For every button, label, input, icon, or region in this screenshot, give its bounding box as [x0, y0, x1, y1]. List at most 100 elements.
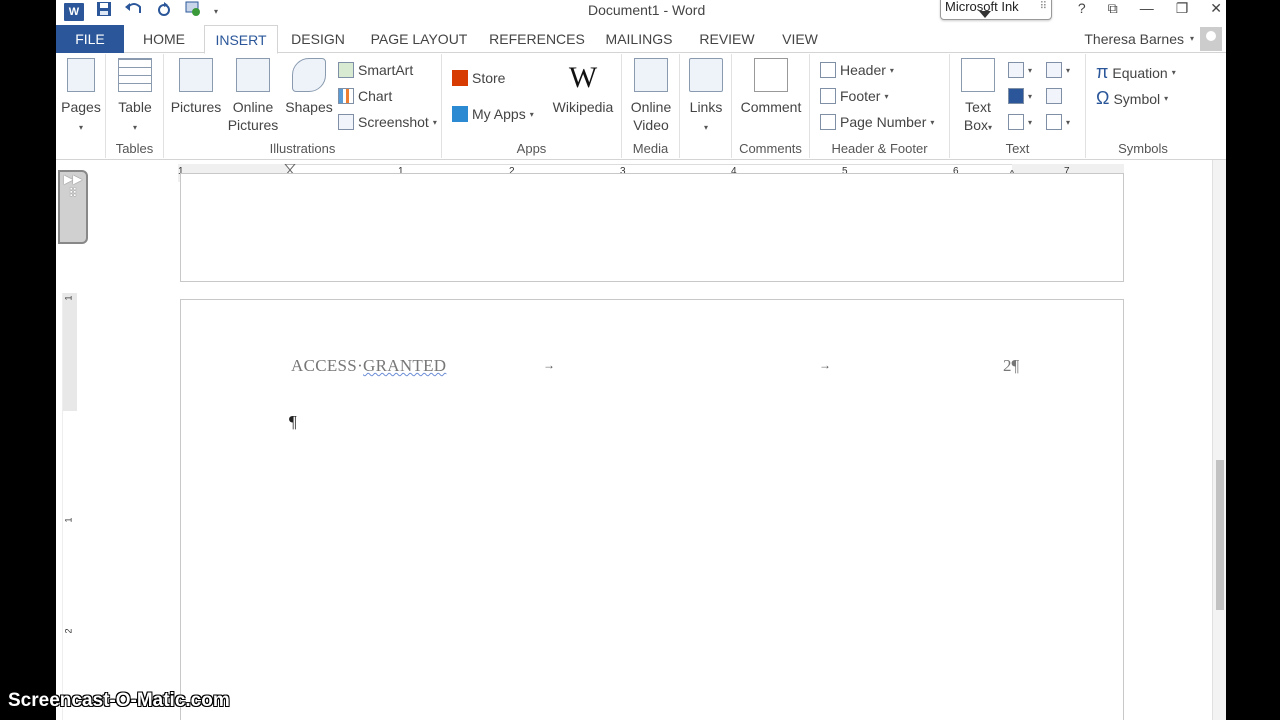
online-video-icon	[634, 58, 668, 92]
wikipedia-button[interactable]: W Wikipedia	[548, 58, 618, 116]
grip-icon[interactable]: ⠿	[1040, 1, 1047, 12]
pages-button[interactable]: Pages ▾	[60, 58, 102, 137]
symbol-button[interactable]: Ω Symbol ▾	[1096, 88, 1168, 109]
tab-file[interactable]: FILE	[56, 25, 124, 53]
smartart-label: SmartArt	[358, 62, 414, 78]
online-pictures-button[interactable]: Online Pictures	[226, 58, 280, 134]
my-apps-label: My Apps	[472, 106, 526, 122]
word-logo-icon: W	[64, 2, 84, 21]
restore-button[interactable]: ❐	[1176, 0, 1189, 17]
quick-parts-icon	[1008, 62, 1024, 78]
text-box-button[interactable]: Text Box▾	[956, 58, 1000, 137]
user-name: Theresa Barnes	[1084, 31, 1184, 47]
date-time-button[interactable]	[1046, 88, 1062, 104]
ink-sidebar-handle[interactable]: ▶▶ ⠿	[58, 170, 88, 244]
equation-button[interactable]: π Equation ▾	[1096, 62, 1176, 83]
tab-view[interactable]: VIEW	[778, 25, 822, 53]
store-icon	[452, 70, 468, 86]
group-symbols: π Equation ▾ Ω Symbol ▾ Symbols	[1086, 54, 1200, 158]
wikipedia-icon: W	[568, 61, 598, 94]
group-label-symbols: Symbols	[1118, 141, 1168, 156]
save-icon[interactable]	[96, 1, 112, 22]
chart-label: Chart	[358, 88, 393, 104]
header-label: Header	[840, 62, 886, 78]
redo-icon[interactable]	[156, 1, 172, 22]
my-apps-button[interactable]: My Apps ▾	[452, 106, 534, 122]
omega-icon: Ω	[1096, 88, 1110, 108]
group-illustrations: Pictures Online Pictures Shapes SmartArt…	[164, 54, 442, 158]
footer-label: Footer	[840, 88, 881, 104]
tab-design[interactable]: DESIGN	[286, 25, 350, 53]
close-button[interactable]: ✕	[1210, 0, 1222, 17]
online-video-button[interactable]: Online Video	[626, 58, 676, 134]
page-number-field[interactable]: 2¶	[1003, 356, 1019, 376]
group-media: Online Video Media	[622, 54, 680, 158]
store-label: Store	[472, 70, 506, 86]
tab-references[interactable]: REFERENCES	[488, 25, 586, 53]
tab-home[interactable]: HOME	[134, 25, 194, 53]
ink-dropdown-icon[interactable]	[979, 11, 991, 18]
document-area[interactable]: 1 1 2 ACCESS·GRANTED → → 2¶ ¶	[56, 173, 1212, 720]
chart-button[interactable]: Chart	[338, 88, 392, 104]
shapes-label: Shapes	[285, 99, 333, 115]
quick-parts-button[interactable]: ▾	[1008, 62, 1032, 78]
group-pages: Pages ▾	[56, 54, 106, 158]
group-comments: Comment Comments	[732, 54, 810, 158]
pictures-button[interactable]: Pictures	[170, 58, 222, 116]
drop-cap-button[interactable]: ▾	[1008, 114, 1032, 130]
microsoft-ink-panel[interactable]: Microsoft Ink ⠿	[940, 0, 1052, 20]
tab-mailings[interactable]: MAILINGS	[602, 25, 676, 53]
footer-button[interactable]: Footer ▾	[820, 88, 888, 104]
wordart-button[interactable]: ▾	[1008, 88, 1032, 104]
user-account[interactable]: Theresa Barnes ▾	[1084, 25, 1222, 53]
object-button[interactable]: ▾	[1046, 114, 1070, 130]
keypad-icon[interactable]: ⠿	[60, 186, 86, 200]
scrollbar-thumb[interactable]	[1216, 460, 1224, 610]
page-number-button[interactable]: Page Number ▾	[820, 114, 934, 130]
calendar-icon	[1046, 88, 1062, 104]
vertical-scrollbar[interactable]	[1212, 160, 1226, 720]
screenshot-button[interactable]: Screenshot ▾	[338, 114, 437, 130]
online-pictures-label-1: Online	[232, 99, 274, 115]
group-label-illustrations: Illustrations	[269, 141, 336, 156]
tab-review[interactable]: REVIEW	[696, 25, 758, 53]
text-box-label-1: Text	[965, 99, 991, 115]
ribbon-tabs: FILE HOME INSERT DESIGN PAGE LAYOUT REFE…	[56, 25, 1226, 54]
group-apps: Store My Apps ▾ W Wikipedia Apps	[442, 54, 622, 158]
undo-icon[interactable]	[124, 1, 144, 22]
page-number-icon	[820, 114, 836, 130]
links-button[interactable]: Links ▾	[684, 58, 728, 137]
paragraph-mark-cursor[interactable]: ¶	[289, 412, 297, 432]
smartart-button[interactable]: SmartArt	[338, 62, 413, 78]
window-controls: ? ⧉ — ❐ ✕	[1078, 0, 1226, 17]
header-text[interactable]: ACCESS·GRANTED	[291, 356, 446, 376]
page-2[interactable]: ACCESS·GRANTED → → 2¶ ¶	[180, 299, 1124, 720]
customize-qat-icon[interactable]: ▾	[214, 7, 218, 16]
shapes-button[interactable]: Shapes	[284, 58, 334, 116]
help-button[interactable]: ?	[1078, 0, 1086, 17]
group-label-text: Text	[1005, 141, 1030, 156]
online-video-label-2: Video	[633, 117, 669, 133]
signature-line-button[interactable]: ▾	[1046, 62, 1070, 78]
tab-page-layout[interactable]: PAGE LAYOUT	[364, 25, 474, 53]
left-margin-frame	[0, 0, 56, 720]
page-number-label: Page Number	[840, 114, 927, 130]
tab-insert[interactable]: INSERT	[204, 25, 278, 54]
header-button[interactable]: Header ▾	[820, 62, 894, 78]
equation-label: Equation	[1112, 64, 1168, 81]
object-icon	[1046, 114, 1062, 130]
pages-icon	[67, 58, 95, 92]
online-pictures-icon	[236, 58, 270, 92]
vruler-mark: 1	[63, 295, 74, 301]
ribbon-display-options-button[interactable]: ⧉	[1108, 0, 1118, 17]
right-margin-frame	[1226, 0, 1280, 720]
minimize-button[interactable]: —	[1140, 0, 1154, 17]
touch-mode-icon[interactable]	[184, 1, 202, 22]
expand-icon[interactable]: ▶▶	[60, 172, 86, 186]
page-1[interactable]	[180, 173, 1124, 282]
table-button[interactable]: Table ▾	[114, 58, 156, 137]
store-button[interactable]: Store	[452, 70, 505, 86]
vruler-mark: 2	[63, 628, 74, 634]
comment-button[interactable]: Comment	[736, 58, 806, 116]
vertical-ruler[interactable]: 1 1 2	[62, 293, 77, 720]
